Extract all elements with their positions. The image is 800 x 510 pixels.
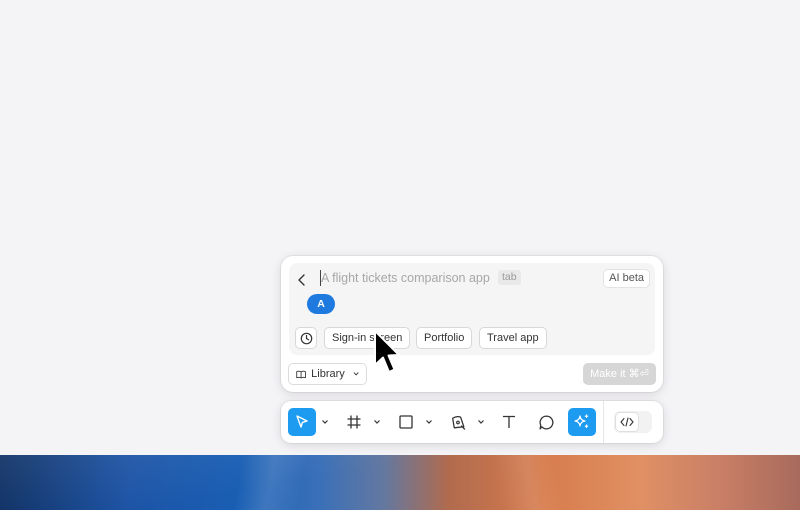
desktop-wallpaper	[0, 455, 800, 510]
shape-tool-dropdown[interactable]	[425, 418, 433, 426]
code-brackets-icon	[620, 417, 634, 427]
square-icon	[399, 415, 413, 429]
chevron-down-icon	[322, 420, 328, 424]
chevron-down-icon	[478, 420, 484, 424]
make-it-button[interactable]: Make it ⌘⏎	[583, 363, 656, 385]
chevron-down-icon	[374, 420, 380, 424]
user-avatar: A	[307, 294, 335, 314]
tab-key-hint: tab	[498, 270, 521, 285]
pen-tool-button[interactable]	[444, 408, 472, 436]
pen-nib-icon	[451, 415, 465, 430]
chevron-down-icon	[426, 420, 432, 424]
prompt-placeholder: A flight tickets comparison app	[321, 271, 490, 285]
toolbar-divider	[603, 401, 604, 443]
history-button[interactable]	[295, 327, 317, 349]
dev-mode-toggle[interactable]	[614, 411, 652, 433]
back-button[interactable]	[293, 271, 311, 289]
tool-bar	[281, 401, 663, 443]
cursor-arrow-icon	[296, 415, 308, 428]
pen-tool-dropdown[interactable]	[477, 418, 485, 426]
mouse-pointer-icon	[374, 330, 400, 373]
chevron-down-icon	[353, 372, 359, 376]
suggestion-chip-travel-app[interactable]: Travel app	[479, 327, 547, 349]
prompt-input-area[interactable]: A flight tickets comparison app tab AI b…	[289, 263, 655, 355]
library-button[interactable]: Library	[288, 363, 367, 385]
shape-tool-button[interactable]	[392, 408, 420, 436]
hash-frame-icon	[347, 415, 361, 429]
book-icon	[296, 370, 306, 378]
frame-tool-dropdown[interactable]	[373, 418, 381, 426]
move-tool-dropdown[interactable]	[321, 418, 329, 426]
comment-tool-button[interactable]	[532, 408, 560, 436]
text-t-icon	[503, 415, 515, 428]
speech-bubble-icon	[538, 414, 553, 430]
ai-prompt-panel: A flight tickets comparison app tab AI b…	[281, 256, 663, 392]
move-tool-button[interactable]	[288, 408, 316, 436]
chevron-left-icon	[298, 274, 305, 286]
dev-mode-knob	[616, 413, 638, 431]
ai-beta-badge: AI beta	[603, 269, 650, 288]
suggestion-chip-portfolio[interactable]: Portfolio	[416, 327, 473, 349]
ai-tool-button[interactable]	[568, 408, 596, 436]
frame-tool-button[interactable]	[340, 408, 368, 436]
clock-icon	[300, 332, 312, 344]
library-label: Library	[311, 368, 345, 380]
text-tool-button[interactable]	[495, 408, 523, 436]
sparkle-icon	[574, 414, 589, 428]
